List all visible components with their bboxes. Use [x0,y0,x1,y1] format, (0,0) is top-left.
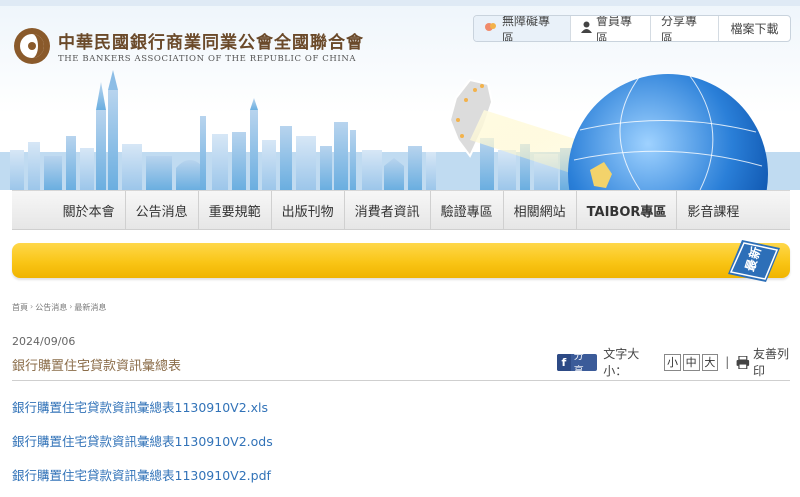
user-icon [581,21,592,36]
facebook-share-button[interactable]: f 分享 [557,351,598,377]
accessibility-link[interactable]: 無障礙專區 [474,16,570,41]
facebook-icon: f [557,353,571,371]
header-banner: 中華民國銀行商業同業公會全國聯合會 THE BANKERS ASSOCIATIO… [0,0,800,190]
member-area-link[interactable]: 會員專區 [570,16,650,41]
share-area-link[interactable]: 分享專區 [650,16,718,41]
nav-related-sites[interactable]: 相關網站 [504,191,577,229]
breadcrumb-separator: › [69,302,73,311]
accessibility-label: 無障礙專區 [502,15,551,42]
member-label: 會員專區 [596,15,633,42]
nav-taibor[interactable]: TAIBOR專區 [577,191,678,229]
site-logo[interactable]: 中華民國銀行商業同業公會全國聯合會 THE BANKERS ASSOCIATIO… [12,26,364,66]
logo-chinese-name: 中華民國銀行商業同業公會全國聯合會 [58,33,364,53]
breadcrumb: 首頁 › 公告消息 › 最新消息 [12,302,106,313]
logo-english-name: THE BANKERS ASSOCIATION OF THE REPUBLIC … [58,54,357,64]
breadcrumb-separator: › [30,302,34,311]
font-size-medium-button[interactable]: 中 [682,353,700,371]
nav-about[interactable]: 關於本會 [53,191,126,229]
font-size-large-button[interactable]: 大 [701,353,719,371]
nav-announcements[interactable]: 公告消息 [126,191,199,229]
download-label: 檔案下載 [730,22,779,36]
attachment-ods-link[interactable]: 銀行購置住宅貸款資訊彙總表1130910V2.ods [12,433,273,467]
top-strip [0,0,800,6]
logo-text: 中華民國銀行商業同業公會全國聯合會 THE BANKERS ASSOCIATIO… [58,28,364,64]
attachment-pdf-link[interactable]: 銀行購置住宅貸款資訊彙總表1130910V2.pdf [12,467,273,497]
article-tools: f 分享 文字大小： 小 中 大 | 友善列印 [557,347,800,378]
article-title: 銀行購置住宅貸款資訊彙總表 [12,359,182,374]
share-area-label: 分享專區 [661,15,698,42]
file-download-link[interactable]: 檔案下載 [718,16,790,41]
nav-video-courses[interactable]: 影音課程 [677,191,749,229]
nav-taibor-label: TAIBOR專區 [586,204,667,220]
attachment-list: 銀行購置住宅貸款資訊彙總表1130910V2.xls 銀行購置住宅貸款資訊彙總表… [12,399,273,497]
breadcrumb-home[interactable]: 首頁 [12,302,28,313]
article-date: 2024/09/06 [12,335,76,348]
city-skyline-illustration [0,70,800,190]
nav-verification[interactable]: 驗證專區 [431,191,504,229]
breadcrumb-announcements[interactable]: 公告消息 [35,302,67,313]
font-size-small-button[interactable]: 小 [664,353,681,371]
printer-icon [736,355,750,369]
share-label: 分享 [573,351,584,377]
nav-publications[interactable]: 出版刊物 [272,191,345,229]
print-button[interactable]: 友善列印 [736,345,800,379]
accessibility-icon [484,21,498,36]
section-header-bar [12,243,790,278]
print-label: 友善列印 [752,347,789,378]
nav-consumer-info[interactable]: 消費者資訊 [345,191,431,229]
attachment-xls-link[interactable]: 銀行購置住宅貸款資訊彙總表1130910V2.xls [12,399,273,433]
page: 中華民國銀行商業同業公會全國聯合會 THE BANKERS ASSOCIATIO… [0,0,800,497]
nav-regulations[interactable]: 重要規範 [199,191,272,229]
association-logo-icon [14,28,50,64]
main-navigation: 關於本會 公告消息 重要規範 出版刊物 消費者資訊 驗證專區 相關網站 TAIB… [12,190,790,230]
breadcrumb-latest-news[interactable]: 最新消息 [74,302,106,313]
content-divider [12,380,790,381]
top-utility-nav: 無障礙專區 會員專區 分享專區 檔案下載 [473,15,791,42]
tools-divider: | [725,355,730,369]
font-size-label: 文字大小： [603,347,640,378]
